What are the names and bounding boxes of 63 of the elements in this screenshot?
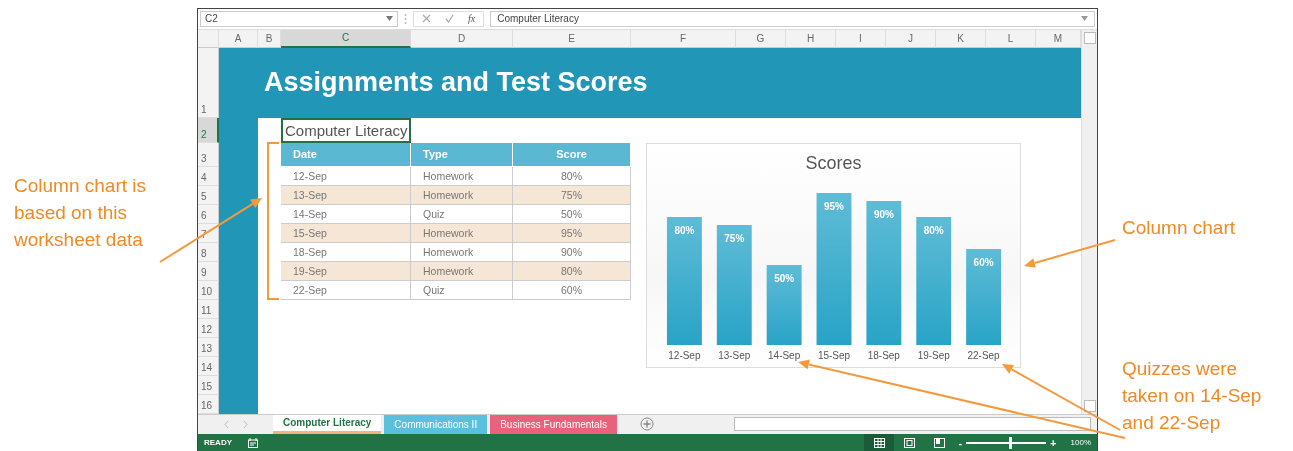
row-header[interactable]: 2 (198, 117, 219, 143)
axis-label: 18-Sep (867, 349, 900, 361)
row-header[interactable]: 1 (198, 47, 219, 118)
callout-text: Column chart (1122, 216, 1235, 240)
table-cell: 14-Sep (281, 204, 411, 224)
table-cell: 60% (513, 280, 631, 300)
table-cell: 18-Sep (281, 242, 411, 262)
callout-text: Quizzes were taken on 14-Sep and 22-Sep (1122, 357, 1263, 435)
callout-text: Column chart is based on this worksheet data (14, 174, 147, 252)
horizontal-scrollbar[interactable] (733, 417, 1091, 432)
insert-function-button[interactable]: fx (468, 13, 476, 25)
slider-thumb[interactable] (1009, 436, 1013, 449)
data-label: 75% (724, 232, 745, 244)
table-cell: Homework (411, 242, 513, 262)
axis-label: 13-Sep (718, 349, 751, 361)
axis-label: 19-Sep (917, 349, 950, 361)
data-label: 90% (873, 208, 894, 220)
data-label: 95% (824, 200, 844, 212)
table-header: Date (281, 142, 410, 166)
caret-icon (1081, 16, 1088, 22)
chart-title: Scores (805, 152, 862, 173)
axis-label: 14-Sep (768, 349, 801, 361)
row-header[interactable]: 3 (198, 142, 219, 167)
data-label: 60% (973, 256, 994, 268)
caret-icon (386, 16, 393, 22)
data-label: 80% (923, 224, 944, 236)
data-label: 50% (774, 272, 795, 284)
selected-cell[interactable]: Computer Literacy (281, 117, 411, 143)
table-header: Score (513, 142, 630, 166)
axis-label: 22-Sep (967, 349, 1000, 361)
name-box[interactable]: C2 (200, 11, 398, 27)
cancel-icon[interactable] (422, 14, 431, 24)
zoom-in-button[interactable]: + (1050, 436, 1057, 449)
page-break-icon (933, 437, 945, 448)
table-header: Type (411, 142, 512, 166)
next-icon[interactable] (242, 421, 248, 428)
previous-icon[interactable] (223, 421, 229, 428)
table-cell: 22-Sep (281, 280, 411, 300)
add-sheet-icon[interactable] (639, 417, 654, 432)
table-cell: Quiz (411, 280, 513, 300)
zoom-out-button[interactable]: - (958, 436, 963, 449)
data-label: 80% (674, 224, 695, 236)
status-text: READY (204, 438, 232, 447)
table-cell: 50% (513, 204, 631, 224)
page-icon (903, 437, 915, 448)
check-icon[interactable] (445, 14, 454, 24)
sheet-tab[interactable]: Business Fundamentals (490, 414, 617, 434)
formula-field[interactable]: Computer Literacy (490, 11, 1095, 27)
axis-label: 12-Sep (668, 349, 701, 361)
table-cell: Homework (411, 166, 513, 186)
macro-icon[interactable] (248, 437, 258, 448)
grid-icon (873, 437, 885, 448)
table-cell: 80% (513, 166, 631, 186)
sheet-tab[interactable]: Computer Literacy (273, 414, 382, 434)
table-cell: Quiz (411, 204, 513, 224)
view-button[interactable] (864, 434, 895, 451)
axis-label: 15-Sep (817, 349, 851, 361)
vertical-scrollbar[interactable] (1081, 29, 1097, 414)
grip-icon (404, 13, 407, 25)
table-cell: 90% (513, 242, 631, 262)
table-cell: 12-Sep (281, 166, 411, 186)
zoom-level: 100% (1070, 438, 1091, 447)
sheet-heading: Assignments and Test Scores (264, 67, 648, 99)
